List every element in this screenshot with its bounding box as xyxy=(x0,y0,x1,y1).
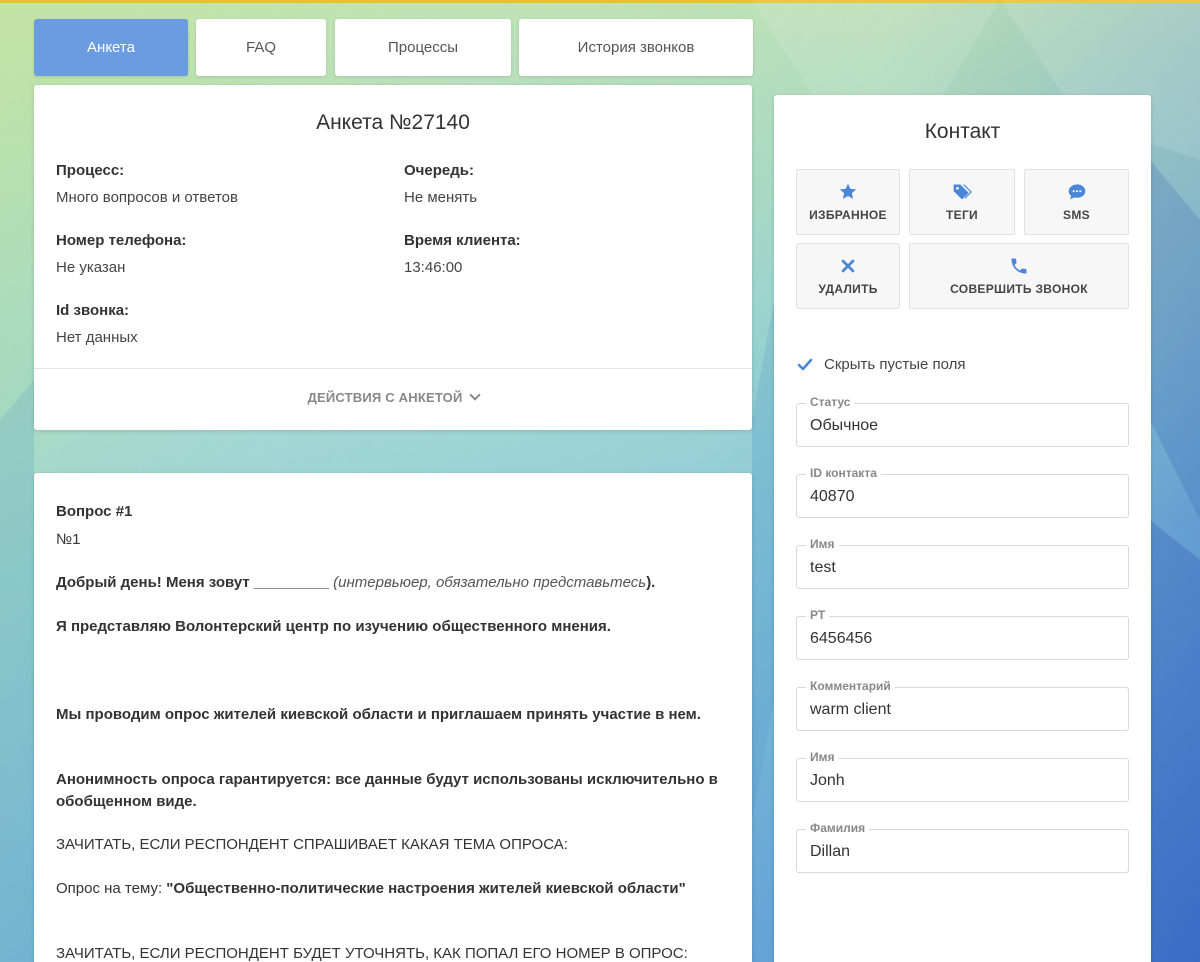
name-field[interactable]: Имя test xyxy=(796,537,1129,589)
hide-empty-checkbox[interactable] xyxy=(796,356,814,374)
question-number: №1 xyxy=(56,531,81,548)
field-value: test xyxy=(810,559,836,576)
question-card: Вопрос #1 №1 Добрый день! Меня зовут ___… xyxy=(34,473,752,962)
chevron-down-icon xyxy=(468,389,481,401)
field-label: Фамилия xyxy=(806,821,870,835)
tab-processes[interactable]: Процессы xyxy=(335,19,511,76)
tags-button[interactable]: ТЕГИ xyxy=(909,169,1015,235)
last-name-field[interactable]: Фамилия Dillan xyxy=(796,821,1129,873)
tab-call-history[interactable]: История звонков xyxy=(519,19,753,76)
field-client-time: Время клиента: 13:46:00 xyxy=(404,232,521,276)
field-process: Процесс: Много вопросов и ответов xyxy=(56,162,238,206)
field-label: Имя xyxy=(806,537,839,551)
divider xyxy=(34,368,752,369)
delete-label: УДАЛИТЬ xyxy=(818,282,878,296)
field-call-id: Id звонка: Нет данных xyxy=(56,302,138,346)
field-value: 6456456 xyxy=(810,630,873,647)
anketa-title: Анкета №27140 xyxy=(316,111,470,134)
tag-icon xyxy=(953,184,972,200)
field-label: Процесс: xyxy=(56,162,125,179)
field-value: Нет данных xyxy=(56,329,138,346)
contact-card: Контакт ИЗБРАННОЕ ТЕГИ SMS УДАЛИТЬ СОВЕР… xyxy=(774,95,1151,962)
field-queue: Очередь: Не менять xyxy=(404,162,477,206)
chat-bubble-icon xyxy=(1068,184,1085,200)
field-label: Имя xyxy=(806,750,839,764)
status-field[interactable]: Статус Обычное xyxy=(796,395,1129,447)
tab-faq[interactable]: FAQ xyxy=(196,19,326,76)
question-anonymity: Анонимность опроса гарантируется: все да… xyxy=(56,771,718,810)
question-survey: Мы проводим опрос жителей киевской облас… xyxy=(56,706,701,723)
field-label: РТ xyxy=(806,608,830,622)
favorite-button[interactable]: ИЗБРАННОЕ xyxy=(796,169,900,235)
field-value: Не менять xyxy=(404,189,478,206)
question-topic-instruction: ЗАЧИТАТЬ, ЕСЛИ РЕСПОНДЕНТ СПРАШИВАЕТ КАК… xyxy=(56,836,568,853)
field-value: Обычное xyxy=(810,417,879,434)
field-label: Номер телефона: xyxy=(56,232,187,249)
sms-label: SMS xyxy=(1063,208,1090,222)
contact-id-field[interactable]: ID контакта 40870 xyxy=(796,466,1129,518)
field-value: Jonh xyxy=(810,772,845,789)
field-value: 13:46:00 xyxy=(404,259,463,276)
field-value: Dillan xyxy=(810,843,851,860)
question-greeting: Добрый день! Меня зовут _________ (интер… xyxy=(56,574,656,591)
anketa-actions-button[interactable]: ДЕЙСТВИЯ С АНКЕТОЙ xyxy=(34,389,752,405)
comment-field[interactable]: Комментарий warm client xyxy=(796,679,1129,731)
question-number-instruction: ЗАЧИТАТЬ, ЕСЛИ РЕСПОНДЕНТ БУДЕТ УТОЧНЯТЬ… xyxy=(56,945,688,962)
contact-title: Контакт xyxy=(924,120,1001,143)
make-call-label: СОВЕРШИТЬ ЗВОНОК xyxy=(950,282,1088,296)
first-name-field[interactable]: Имя Jonh xyxy=(796,750,1129,802)
field-label: Статус xyxy=(806,395,855,409)
field-label: Очередь: xyxy=(404,162,474,179)
field-label: Время клиента: xyxy=(404,232,521,249)
rt-field[interactable]: РТ 6456456 xyxy=(796,608,1129,660)
field-value: Не указан xyxy=(56,259,126,276)
make-call-button[interactable]: СОВЕРШИТЬ ЗВОНОК xyxy=(909,243,1129,309)
anketa-card: Анкета №27140 Процесс: Много вопросов и … xyxy=(34,85,752,430)
field-value: 40870 xyxy=(810,488,855,505)
field-label: ID контакта xyxy=(806,466,881,480)
sms-button[interactable]: SMS xyxy=(1024,169,1129,235)
tab-anketa[interactable]: Анкета xyxy=(34,19,188,76)
close-icon xyxy=(841,259,855,273)
field-label: Id звонка: xyxy=(56,302,130,319)
top-accent-line xyxy=(0,0,1200,3)
question-topic: Опрос на тему: "Общественно-политические… xyxy=(56,880,686,897)
star-icon xyxy=(839,183,857,199)
delete-button[interactable]: УДАЛИТЬ xyxy=(796,243,900,309)
phone-icon xyxy=(1011,258,1027,274)
field-phone: Номер телефона: Не указан xyxy=(56,232,186,276)
anketa-actions-label: ДЕЙСТВИЯ С АНКЕТОЙ xyxy=(307,390,463,405)
field-value: Много вопросов и ответов xyxy=(56,189,238,206)
field-label: Комментарий xyxy=(806,679,895,693)
tags-label: ТЕГИ xyxy=(946,208,978,222)
question-heading: Вопрос #1 xyxy=(56,503,133,520)
field-value: warm client xyxy=(810,701,891,718)
favorite-label: ИЗБРАННОЕ xyxy=(809,208,887,222)
hide-empty-label: Скрыть пустые поля xyxy=(824,356,966,373)
question-intro: Я представляю Волонтерский центр по изуч… xyxy=(56,618,611,635)
